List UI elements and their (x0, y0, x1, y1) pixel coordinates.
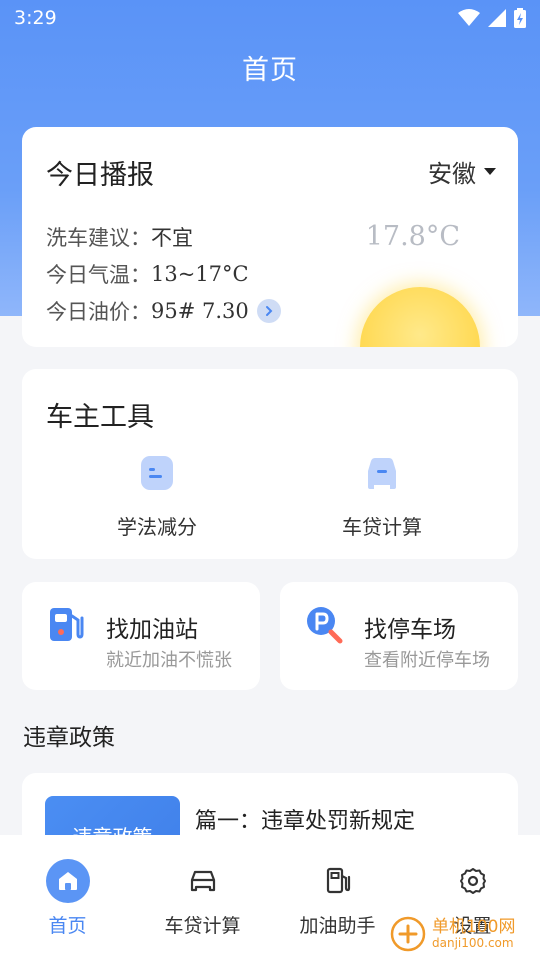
gas-station-icon (50, 608, 84, 641)
tab-car-loan[interactable]: 车贷计算 (135, 835, 270, 960)
watermark: 单机100网 danji100.com (390, 916, 515, 952)
current-temperature: 17.8°C (365, 221, 460, 252)
tool-label: 学法减分 (117, 515, 197, 539)
quick-link-subtitle: 就近加油不慌张 (106, 650, 232, 671)
find-gas-station-card[interactable]: 找加油站 就近加油不慌张 (22, 582, 260, 690)
oil-price-more-button[interactable] (256, 299, 281, 323)
tab-home[interactable]: 首页 (0, 835, 135, 960)
policy-section-title: 违章政策 (23, 725, 115, 751)
signal-icon (488, 9, 506, 27)
wash-value: 不宜 (151, 226, 193, 250)
wash-label: 洗车建议： (46, 226, 151, 250)
find-parking-card[interactable]: 找停车场 查看附近停车场 (280, 582, 518, 690)
document-icon (141, 456, 173, 490)
home-icon (45, 859, 90, 903)
status-icons (458, 8, 526, 28)
quick-link-subtitle: 查看附近停车场 (364, 650, 490, 671)
wash-advice: 洗车建议： 不宜 (46, 222, 193, 252)
gear-icon (459, 868, 486, 894)
daily-report-card: 今日播报 安徽 洗车建议： 不宜 今日气温： 13~17°C 今日油价： 95#… (22, 127, 518, 347)
gas-pump-icon (326, 867, 350, 894)
tools-title: 车主工具 (46, 402, 154, 433)
watermark-name: 单机100网 (432, 917, 516, 938)
region-label: 安徽 (428, 160, 476, 188)
oil-price: 今日油价： 95# 7.30 (46, 296, 281, 326)
weather-label: 今日气温： (46, 263, 151, 287)
oil-label: 今日油价： (46, 300, 151, 324)
status-bar: 3:29 (0, 0, 540, 36)
watermark-url: danji100.com (432, 935, 514, 950)
chevron-right-icon (265, 306, 273, 316)
weather-value: 13~17°C (151, 262, 249, 286)
watermark-logo-icon (390, 916, 426, 952)
tab-label: 车贷计算 (164, 915, 241, 937)
parking-search-icon (307, 607, 343, 644)
battery-icon (514, 8, 526, 28)
region-selector[interactable]: 安徽 (428, 154, 496, 189)
owner-tools-card: 车主工具 学法减分 车贷计算 (22, 369, 518, 559)
report-title: 今日播报 (46, 160, 154, 191)
quick-link-title: 找加油站 (106, 617, 198, 643)
wifi-icon (458, 9, 480, 26)
car-icon (368, 458, 396, 489)
status-time: 3:29 (14, 7, 57, 29)
sun-icon (360, 287, 480, 347)
caret-down-icon (484, 168, 496, 175)
weather-info: 今日气温： 13~17°C (46, 259, 249, 289)
tab-label: 加油助手 (299, 915, 376, 937)
page-title: 首页 (242, 55, 298, 86)
tool-label: 车贷计算 (342, 515, 422, 539)
quick-link-title: 找停车场 (364, 617, 456, 643)
tool-car-loan[interactable]: 车贷计算 (292, 453, 472, 540)
car-icon (190, 870, 215, 892)
oil-value: 95# 7.30 (151, 299, 249, 323)
policy-item-title: 篇一：违章处罚新规定 (195, 809, 416, 834)
tab-gas-helper[interactable]: 加油助手 (270, 835, 405, 960)
tool-study-deduct[interactable]: 学法减分 (67, 453, 247, 540)
tab-label: 首页 (48, 915, 87, 937)
